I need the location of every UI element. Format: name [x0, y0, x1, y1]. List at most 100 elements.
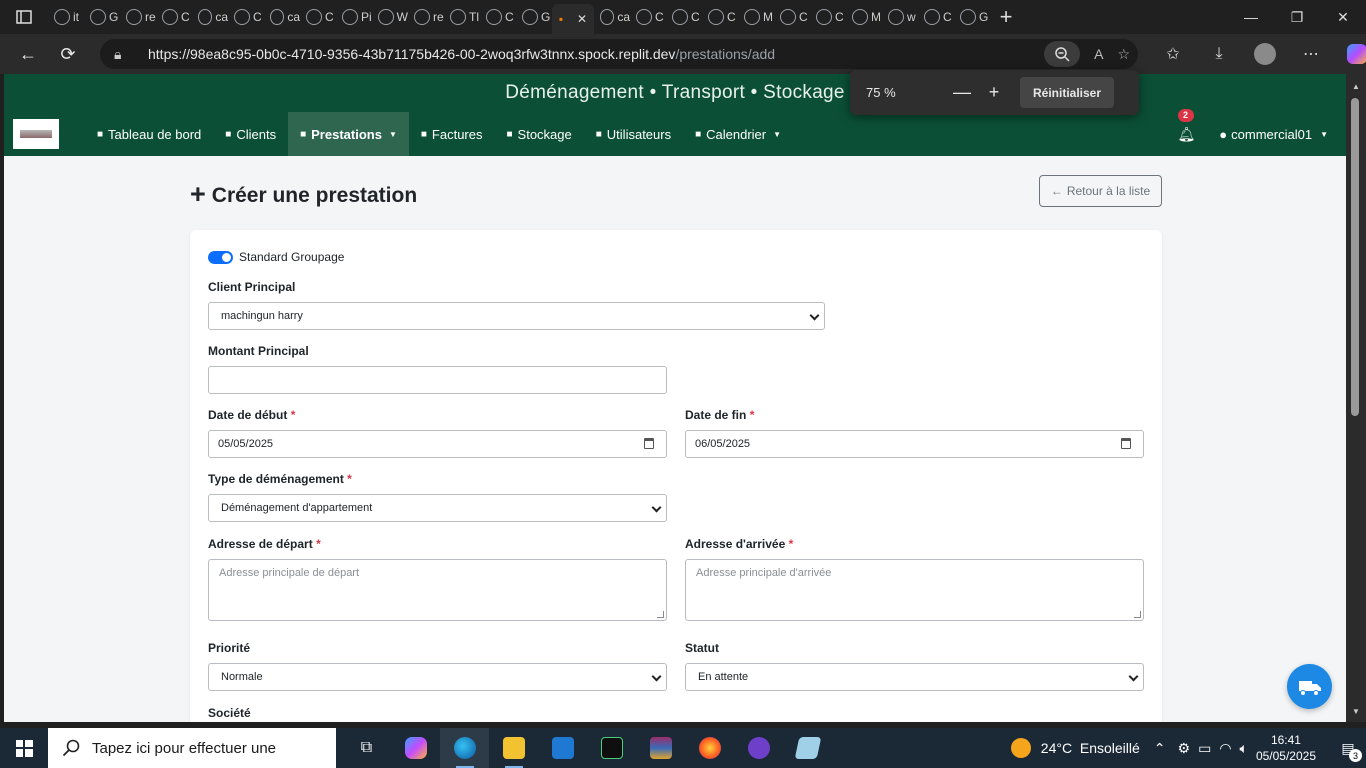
- favorites-icon[interactable]: ✩: [1150, 44, 1196, 64]
- nav-label: Utilisateurs: [606, 126, 672, 142]
- browser-tab[interactable]: ca: [264, 0, 300, 34]
- browser-tab[interactable]: ca: [594, 0, 630, 34]
- zoom-minus-button[interactable]: —: [946, 82, 978, 103]
- browser-tab[interactable]: C: [156, 0, 192, 34]
- downloads-icon[interactable]: ⤓: [1196, 45, 1242, 63]
- app-s-icon[interactable]: [587, 728, 636, 768]
- browser-tab[interactable]: C: [810, 0, 846, 34]
- volume-icon[interactable]: 🔈︎: [1240, 740, 1248, 757]
- browser-tab[interactable]: C: [630, 0, 666, 34]
- scroll-up-icon[interactable]: ▲: [1352, 82, 1360, 91]
- lock-icon: 🔒︎: [114, 45, 122, 62]
- browser-tab[interactable]: M: [846, 0, 882, 34]
- back-icon[interactable]: ←: [8, 34, 48, 74]
- page-scrollbar[interactable]: ▲ ▼: [1346, 74, 1366, 722]
- address-bar[interactable]: 🔒︎ https://98ea8c95-0b0c-4710-9356-43b71…: [100, 39, 1138, 69]
- notifications-bell[interactable]: 2 🔔︎: [1177, 108, 1195, 143]
- clock[interactable]: 16:41 05/05/2025: [1256, 732, 1316, 764]
- tab-active[interactable]: ▪ ✕: [552, 4, 594, 34]
- tray-chevron-icon[interactable]: ⌃: [1154, 740, 1166, 757]
- wifi-icon[interactable]: ◠: [1219, 740, 1231, 757]
- status-select[interactable]: En attente: [685, 663, 1144, 691]
- tab-label: w: [907, 10, 916, 24]
- close-window-icon[interactable]: ✕: [1320, 0, 1366, 34]
- browser-tab[interactable]: C: [300, 0, 336, 34]
- calendar-icon: ■: [695, 128, 702, 140]
- browser-tab[interactable]: ca: [192, 0, 228, 34]
- browser-tab[interactable]: C: [918, 0, 954, 34]
- start-button[interactable]: [0, 728, 48, 768]
- nav-item-clients[interactable]: ■ Clients: [213, 112, 288, 156]
- browser-tab[interactable]: M: [738, 0, 774, 34]
- nav-item-tableau-de-bord[interactable]: ■ Tableau de bord: [85, 112, 213, 156]
- company-logo[interactable]: [13, 119, 59, 149]
- weather-text[interactable]: 24°C Ensoleillé: [1041, 740, 1140, 756]
- tab-favicon-icon: [744, 9, 760, 25]
- minimize-icon[interactable]: —: [1228, 0, 1274, 34]
- favorite-star-icon[interactable]: ☆: [1117, 46, 1130, 63]
- browser-tab[interactable]: G: [954, 0, 990, 34]
- back-to-list-button[interactable]: ← Retour à la liste: [1039, 175, 1162, 207]
- task-view-icon[interactable]: ⧉: [342, 728, 391, 768]
- nav-item-calendrier[interactable]: ■ Calendrier ▼: [683, 112, 793, 156]
- nav-item-utilisateurs[interactable]: ■ Utilisateurs: [584, 112, 683, 156]
- browser-tab[interactable]: C: [480, 0, 516, 34]
- scroll-down-icon[interactable]: ▼: [1352, 707, 1360, 716]
- reload-icon[interactable]: ⟳: [48, 34, 88, 74]
- browser-tab[interactable]: C: [702, 0, 738, 34]
- browser-tab[interactable]: re: [408, 0, 444, 34]
- edge-taskbar-icon[interactable]: [440, 728, 489, 768]
- browser-tab[interactable]: G: [516, 0, 552, 34]
- restore-icon[interactable]: ❐: [1274, 0, 1320, 34]
- client-select[interactable]: machingun harry: [208, 302, 825, 330]
- arrival-textarea[interactable]: Adresse principale d'arrivée: [685, 559, 1144, 621]
- copilot-icon[interactable]: [1334, 44, 1366, 64]
- browser-tab[interactable]: Tl: [444, 0, 480, 34]
- winrar-icon[interactable]: [636, 728, 685, 768]
- github-desktop-icon[interactable]: [734, 728, 783, 768]
- truck-fab-button[interactable]: [1287, 664, 1332, 709]
- read-aloud-icon[interactable]: A: [1094, 46, 1103, 62]
- browser-tab[interactable]: W: [372, 0, 408, 34]
- notification-center[interactable]: ▤ 3: [1330, 728, 1366, 768]
- departure-textarea[interactable]: Adresse principale de départ: [208, 559, 667, 621]
- type-select[interactable]: Déménagement d'appartement: [208, 494, 667, 522]
- taskbar-search[interactable]: Tapez ici pour effectuer une: [48, 728, 336, 768]
- new-tab-icon[interactable]: +: [990, 0, 1022, 34]
- copilot-taskbar-icon[interactable]: [391, 728, 440, 768]
- file-explorer-icon[interactable]: [489, 728, 538, 768]
- more-menu-icon[interactable]: ⋯: [1288, 44, 1334, 64]
- zoom-out-icon[interactable]: [1044, 41, 1081, 67]
- calendar-icon[interactable]: [1121, 438, 1131, 449]
- profile-avatar[interactable]: [1242, 43, 1288, 65]
- scroll-thumb[interactable]: [1351, 98, 1359, 416]
- browser-tab[interactable]: it: [48, 0, 84, 34]
- tab-actions-icon[interactable]: [0, 0, 48, 34]
- user-menu[interactable]: ● commercial01 ▼: [1219, 127, 1328, 142]
- priority-select[interactable]: Normale: [208, 663, 667, 691]
- mail-icon[interactable]: [538, 728, 587, 768]
- app-window-icon[interactable]: [783, 728, 832, 768]
- tab-close-icon[interactable]: ✕: [577, 12, 587, 26]
- browser-tab[interactable]: C: [666, 0, 702, 34]
- browser-tab[interactable]: C: [228, 0, 264, 34]
- browser-tab[interactable]: C: [774, 0, 810, 34]
- calendar-icon[interactable]: [644, 438, 654, 449]
- firefox-icon[interactable]: [685, 728, 734, 768]
- start-date-input[interactable]: 05/05/2025: [208, 430, 667, 458]
- browser-tab[interactable]: w: [882, 0, 918, 34]
- nav-item-stockage[interactable]: ■ Stockage: [495, 112, 584, 156]
- amount-input[interactable]: [208, 366, 667, 394]
- end-date-input[interactable]: 06/05/2025: [685, 430, 1144, 458]
- browser-tab[interactable]: Pi: [336, 0, 372, 34]
- browser-tab[interactable]: re: [120, 0, 156, 34]
- web-viewport: Déménagement • Transport • Stockage ■ Tab…: [4, 74, 1346, 722]
- standard-groupage-switch[interactable]: [208, 250, 233, 264]
- nav-item-prestations[interactable]: ■ Prestations ▼: [288, 112, 409, 156]
- zoom-plus-button[interactable]: +: [978, 82, 1010, 103]
- zoom-reset-button[interactable]: Réinitialiser: [1020, 77, 1114, 108]
- browser-tab[interactable]: G: [84, 0, 120, 34]
- nav-item-factures[interactable]: ■ Factures: [409, 112, 495, 156]
- battery-icon[interactable]: ▭: [1198, 740, 1211, 757]
- tray-app-icon[interactable]: ⚙︎: [1178, 740, 1191, 757]
